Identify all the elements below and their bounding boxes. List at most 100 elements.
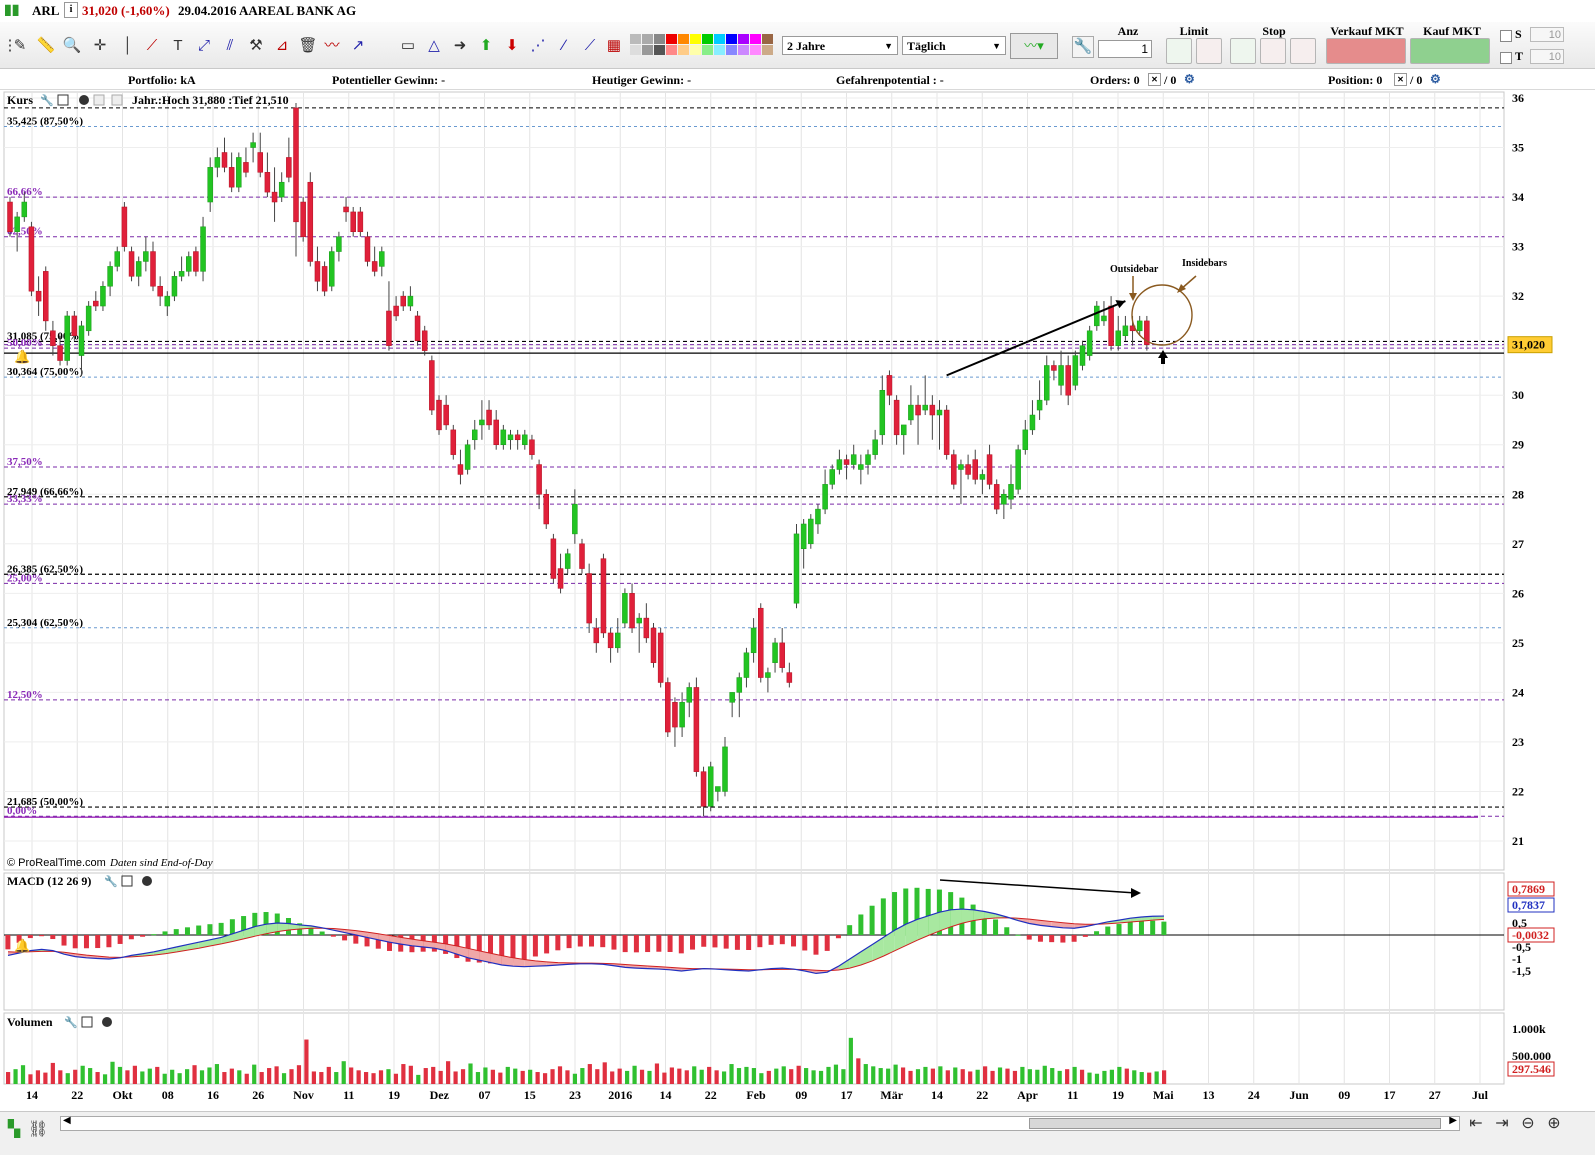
- candle-down: [93, 301, 98, 306]
- x-axis-tick-label: Mai: [1153, 1088, 1174, 1102]
- candle-down: [258, 152, 263, 172]
- hammer-icon[interactable]: ⚒: [246, 36, 266, 56]
- candle-up: [723, 747, 728, 792]
- stop-extra-button[interactable]: [1290, 38, 1316, 64]
- volume-bar: [834, 1065, 838, 1084]
- level-label: 12,50%: [7, 689, 43, 701]
- volume-bar: [1155, 1071, 1159, 1084]
- volume-bar: [715, 1070, 719, 1084]
- x-axis-tick-label: 17: [841, 1088, 853, 1102]
- s-value-field[interactable]: 10: [1530, 27, 1564, 42]
- volume-bar: [908, 1071, 912, 1084]
- price-axis-tick-label: 27: [1512, 537, 1524, 551]
- macd-hist-up: [163, 931, 168, 935]
- orders-clear-icon[interactable]: ✕: [1148, 73, 1161, 86]
- volume-bar: [1073, 1067, 1077, 1084]
- volume-bar: [155, 1067, 159, 1084]
- ruler-icon[interactable]: 📏: [36, 36, 56, 56]
- fan-icon[interactable]: ⋰: [528, 36, 548, 56]
- candle-up: [508, 435, 513, 440]
- stop-sell-button[interactable]: [1260, 38, 1286, 64]
- horizontal-scrollbar[interactable]: ◀ ▶: [60, 1116, 1460, 1131]
- fibonacci-fan-icon[interactable]: ⊿: [272, 36, 292, 56]
- stop-buy-button[interactable]: [1230, 38, 1256, 64]
- scroll-back-icon[interactable]: ⇤: [1466, 1114, 1486, 1134]
- x-axis-tick-label: 14: [660, 1088, 672, 1102]
- volume-bar: [453, 1071, 457, 1084]
- scroll-right-icon[interactable]: ▶: [1449, 1115, 1457, 1126]
- period-select[interactable]: 2 Jahre▼: [782, 36, 898, 55]
- candle-down: [222, 152, 227, 167]
- trendline-icon[interactable]: ⟋: [142, 36, 162, 56]
- candle-up: [808, 519, 813, 544]
- s-checkbox[interactable]: [1500, 30, 1512, 42]
- candle-down: [537, 465, 542, 495]
- candle-up: [937, 410, 942, 415]
- price-axis-tick-label: 25: [1512, 636, 1524, 650]
- candle-up: [866, 455, 871, 465]
- pencil-icon[interactable]: ✎: [10, 36, 30, 56]
- macd-hist-down: [634, 935, 639, 952]
- zoom-icon[interactable]: 🔍: [62, 36, 82, 56]
- grid-icon[interactable]: ▦: [604, 36, 624, 56]
- volume-bar: [588, 1064, 592, 1084]
- rectangle-icon[interactable]: ▭: [398, 36, 418, 56]
- interval-select[interactable]: Täglich▼: [902, 36, 1006, 55]
- candle-down: [286, 157, 291, 177]
- parallel-lines-icon[interactable]: ⫽: [220, 36, 240, 56]
- indicator-button[interactable]: 〰▾: [1010, 33, 1058, 59]
- scroll-left-icon[interactable]: ◀: [63, 1115, 71, 1126]
- chart-type-icon[interactable]: ▮▮: [4, 2, 19, 19]
- volume-bar: [371, 1073, 375, 1084]
- triangle-icon[interactable]: △: [424, 36, 444, 56]
- macd-hist-down: [331, 935, 336, 937]
- arrow-down-icon[interactable]: ⬇: [502, 36, 522, 56]
- wave-icon[interactable]: 〰: [322, 36, 342, 56]
- candle-down: [386, 311, 391, 346]
- volume-bar: [36, 1070, 40, 1084]
- info-bar: Portfolio: kA Potentieller Gewinn: - Heu…: [0, 69, 1595, 90]
- line-arrow-icon[interactable]: ↗: [348, 36, 368, 56]
- chart-add-icon[interactable]: ▚: [4, 1120, 24, 1140]
- channel-icon[interactable]: ⤢: [194, 36, 214, 56]
- candle-down: [72, 316, 77, 336]
- quantity-input[interactable]: [1098, 40, 1152, 58]
- candle-down: [8, 202, 13, 232]
- candle-up: [801, 524, 806, 549]
- limit-buy-button[interactable]: [1166, 38, 1192, 64]
- limit-sell-button[interactable]: [1196, 38, 1222, 64]
- arrow-up-icon[interactable]: ⬆: [476, 36, 496, 56]
- t-label: T: [1515, 49, 1523, 64]
- slope-icon[interactable]: ∕: [554, 36, 574, 56]
- position-gear-icon[interactable]: ⚙: [1430, 72, 1441, 87]
- t-value-field[interactable]: 10: [1530, 49, 1564, 64]
- zoom-in-icon[interactable]: ⊕: [1544, 1114, 1564, 1134]
- t-checkbox[interactable]: [1500, 52, 1512, 64]
- position-clear-icon[interactable]: ✕: [1394, 73, 1407, 86]
- gann-icon[interactable]: ⟋: [580, 36, 600, 56]
- candle-down: [580, 544, 585, 569]
- chart-area[interactable]: 35,425 (87,50%)66,66%62,50%31,085 (75,00…: [0, 90, 1595, 1111]
- zoom-out-icon[interactable]: ⊖: [1518, 1114, 1538, 1134]
- scroll-thumb[interactable]: [1029, 1118, 1441, 1129]
- arrow-right-icon[interactable]: ➜: [450, 36, 470, 56]
- color-palette[interactable]: [630, 34, 778, 58]
- crosshair-icon[interactable]: ✛: [90, 36, 110, 56]
- x-axis-tick-label: Nov: [293, 1088, 314, 1102]
- vertical-line-icon[interactable]: │: [118, 36, 138, 56]
- text-tool-icon[interactable]: T: [168, 36, 188, 56]
- candle-down: [587, 574, 592, 624]
- scroll-forward-icon[interactable]: ⇥: [1492, 1114, 1512, 1134]
- settings-wrench-icon[interactable]: 🔧: [1072, 36, 1094, 58]
- buy-market-button[interactable]: [1410, 38, 1490, 64]
- chain-link-icon[interactable]: ⛓: [28, 1120, 48, 1140]
- volume-bar: [192, 1065, 196, 1084]
- sell-market-button[interactable]: [1326, 38, 1406, 64]
- macd-hist-up: [320, 932, 325, 935]
- trash-icon[interactable]: 🗑: [298, 36, 318, 56]
- close-icon: [102, 1017, 112, 1027]
- info-icon[interactable]: i: [64, 2, 78, 18]
- orders-gear-icon[interactable]: ⚙: [1184, 72, 1195, 87]
- candle-down: [894, 400, 899, 435]
- x-axis-tick-label: 09: [795, 1088, 807, 1102]
